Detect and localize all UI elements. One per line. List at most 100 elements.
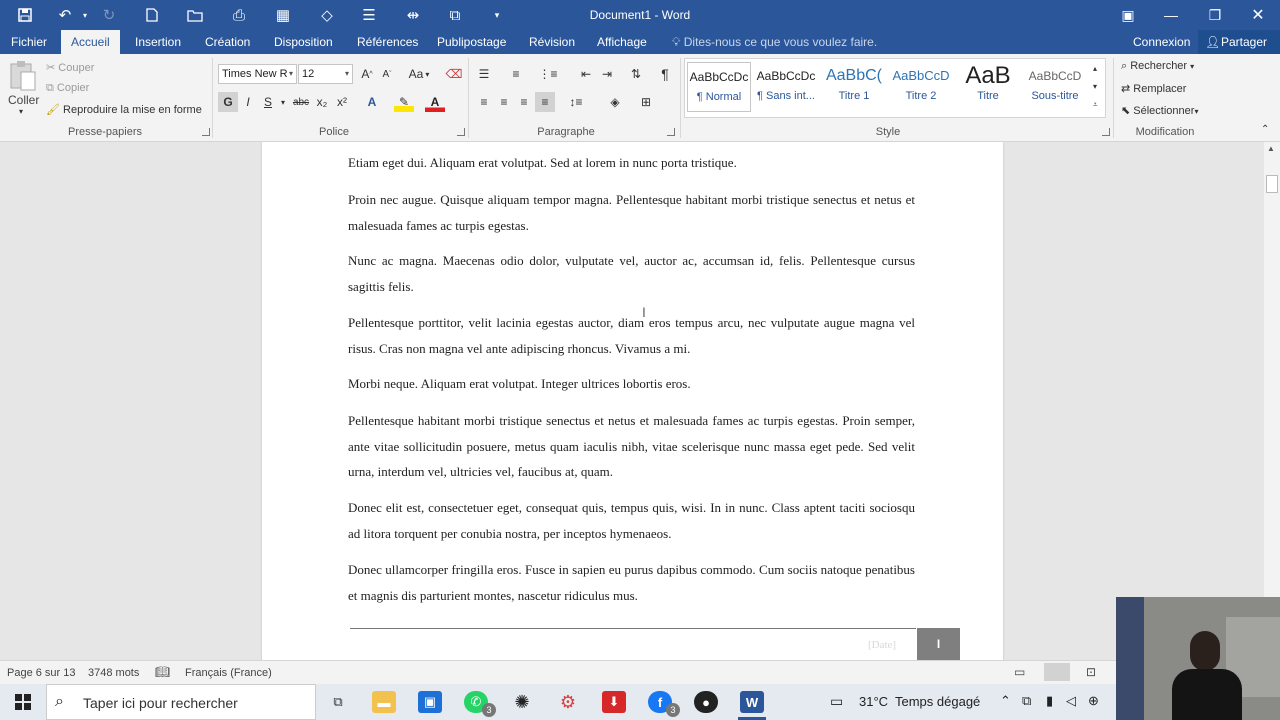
replace-button[interactable]: ⇄ Remplacer	[1121, 82, 1186, 95]
proofing-icon[interactable]: 📖︎	[155, 665, 170, 679]
style-subtitle[interactable]: AaBbCcD Sous-titre	[1023, 62, 1087, 112]
style-normal[interactable]: AaBbCcDc ¶ Normal	[687, 62, 751, 112]
tab-accueil[interactable]: Accueil	[61, 30, 120, 54]
paragraph[interactable]: Proin nec augue. Quisque aliquam tempor …	[348, 187, 915, 238]
underline-button[interactable]: S	[258, 92, 278, 112]
microphone-icon[interactable]: ▮	[1046, 693, 1053, 709]
document-page[interactable]: Etiam eget dui. Aliquam erat volutpat. S…	[262, 142, 1003, 660]
globe-icon[interactable]: ⊕	[1088, 693, 1099, 709]
highlight-icon[interactable]: ✎	[394, 92, 414, 112]
format-painter-button[interactable]: 🖌︎ Reproduire la mise en forme	[46, 103, 202, 116]
style-title[interactable]: AaB Titre	[956, 62, 1020, 112]
multilevel-list-icon[interactable]: ⋮≡	[538, 64, 558, 84]
footer-date[interactable]: [Date]	[868, 639, 896, 651]
vertical-scrollbar[interactable]: ▲	[1264, 142, 1280, 660]
cut-button[interactable]: ✂ Couper	[46, 61, 94, 74]
numbering-icon[interactable]: ≡	[506, 64, 526, 84]
tab-affichage[interactable]: Affichage	[587, 30, 657, 54]
scrollbar-thumb[interactable]	[1266, 175, 1278, 193]
paste-icon[interactable]	[8, 60, 40, 92]
word-taskbar-icon[interactable]: W	[740, 691, 764, 713]
tell-me-box[interactable]: 💡︎ Dites-nous ce que vous voulez faire.	[672, 30, 877, 54]
file-explorer-icon[interactable]: ▬	[372, 691, 396, 713]
font-launcher-icon[interactable]	[457, 128, 465, 136]
ribbon-display-options-icon[interactable]: ▣	[1105, 0, 1151, 30]
align-left-icon[interactable]: ≡	[474, 92, 494, 112]
tab-insertion[interactable]: Insertion	[125, 30, 191, 54]
show-formatting-button[interactable]: ¶	[655, 64, 675, 84]
styles-launcher-icon[interactable]	[1102, 128, 1110, 136]
word-count[interactable]: 3748 mots	[88, 667, 139, 679]
weather-temperature[interactable]: 31°C	[859, 694, 888, 709]
download-app-icon[interactable]: ⬇	[602, 691, 626, 713]
taskbar-search-box[interactable]: ⌕ Taper ici pour rechercher	[46, 684, 316, 720]
change-case-button[interactable]: Aa ▾	[405, 64, 433, 84]
style-heading-2[interactable]: AaBbCcD Titre 2	[889, 62, 953, 112]
paragraph[interactable]: Etiam eget dui. Aliquam erat volutpat. S…	[348, 150, 915, 176]
select-button[interactable]: ⬉ Sélectionner▾	[1121, 104, 1198, 117]
tab-creation[interactable]: Création	[195, 30, 260, 54]
style-heading-1[interactable]: AaBbC(Titre 1	[822, 62, 886, 112]
italic-button[interactable]: I	[238, 92, 258, 112]
borders-icon[interactable]: ⊞	[636, 92, 656, 112]
close-button[interactable]: ✕	[1235, 0, 1280, 30]
sort-icon[interactable]: ⇅	[626, 64, 646, 84]
find-button[interactable]: ⌕ Rechercher ▾	[1121, 60, 1194, 73]
clipboard-launcher-icon[interactable]	[202, 128, 210, 136]
underline-dropdown-icon[interactable]: ▾	[278, 92, 288, 112]
store-icon[interactable]: ▣	[418, 691, 442, 713]
chatgpt-icon[interactable]: ✺	[510, 691, 534, 713]
windows-start-icon[interactable]	[11, 691, 35, 713]
scroll-up-icon[interactable]: ▲	[1267, 144, 1275, 153]
paragraph[interactable]: Donec ullamcorper fringilla eros. Fusce …	[348, 557, 915, 608]
justify-icon[interactable]: ≡	[535, 92, 555, 112]
media-app-icon[interactable]: ●	[694, 691, 718, 713]
styles-more-icon[interactable]: ⩡	[1093, 100, 1098, 110]
styles-scroll-down-icon[interactable]: ▾	[1093, 82, 1097, 91]
font-color-icon[interactable]: A	[425, 92, 445, 112]
tab-disposition[interactable]: Disposition	[264, 30, 343, 54]
paragraph[interactable]: Pellentesque porttitor, velit lacinia eg…	[348, 310, 915, 361]
share-button[interactable]: 👤︎ Partager	[1198, 30, 1280, 54]
paragraph[interactable]: Morbi neque. Aliquam erat volutpat. Inte…	[348, 371, 915, 397]
language[interactable]: Français (France)	[185, 667, 272, 679]
tab-revision[interactable]: Révision	[519, 30, 585, 54]
paragraph-launcher-icon[interactable]	[667, 128, 675, 136]
print-layout-icon[interactable]	[1044, 663, 1070, 681]
volume-icon[interactable]: ◁	[1066, 693, 1076, 709]
strikethrough-button[interactable]: abc	[291, 92, 311, 112]
tab-references[interactable]: Références	[347, 30, 428, 54]
shrink-font-icon[interactable]: Aˇ	[377, 64, 397, 84]
task-view-icon[interactable]: ⧉	[326, 691, 350, 713]
page-count[interactable]: Page 6 sur 13	[7, 667, 76, 679]
grow-font-icon[interactable]: A ^	[357, 64, 377, 84]
weather-description[interactable]: Temps dégagé	[895, 694, 980, 709]
clear-formatting-icon[interactable]: ⌫	[444, 64, 464, 84]
shading-icon[interactable]: ◈	[605, 92, 625, 112]
font-name-field[interactable]: Times New R ▾	[218, 64, 297, 84]
font-size-field[interactable]: 12 ▾	[298, 64, 353, 84]
align-center-icon[interactable]: ≡	[494, 92, 514, 112]
align-right-icon[interactable]: ≡	[514, 92, 534, 112]
bold-button[interactable]: G	[218, 92, 238, 112]
tab-publipostage[interactable]: Publipostage	[427, 30, 516, 54]
minimize-button[interactable]: —	[1148, 0, 1194, 30]
subscript-button[interactable]: x₂	[312, 92, 332, 112]
text-effects-icon[interactable]: A	[362, 92, 382, 112]
collapse-ribbon-icon[interactable]: ⌃	[1261, 124, 1269, 135]
paragraph[interactable]: Pellentesque habitant morbi tristique se…	[348, 408, 915, 485]
show-hidden-icons-icon[interactable]: ⌃	[1000, 693, 1011, 709]
styles-scroll-up-icon[interactable]: ▴	[1093, 64, 1097, 73]
line-spacing-icon[interactable]: ↕≡	[566, 92, 586, 112]
restore-button[interactable]: ❐	[1192, 0, 1238, 30]
paste-label[interactable]: Coller	[8, 93, 39, 107]
style-no-spacing[interactable]: AaBbCcDc ¶ Sans int...	[754, 62, 818, 112]
app-icon[interactable]: ⚙	[556, 691, 580, 713]
paste-dropdown-icon[interactable]: ▾	[19, 107, 23, 116]
tab-fichier[interactable]: Fichier	[1, 30, 57, 54]
increase-indent-icon[interactable]: ⇥	[597, 64, 617, 84]
network-icon[interactable]: ⧉	[1022, 693, 1031, 709]
read-mode-icon[interactable]: ▭	[1014, 665, 1025, 679]
web-layout-icon[interactable]: ⊡	[1086, 665, 1096, 679]
signin-link[interactable]: Connexion	[1123, 30, 1200, 54]
